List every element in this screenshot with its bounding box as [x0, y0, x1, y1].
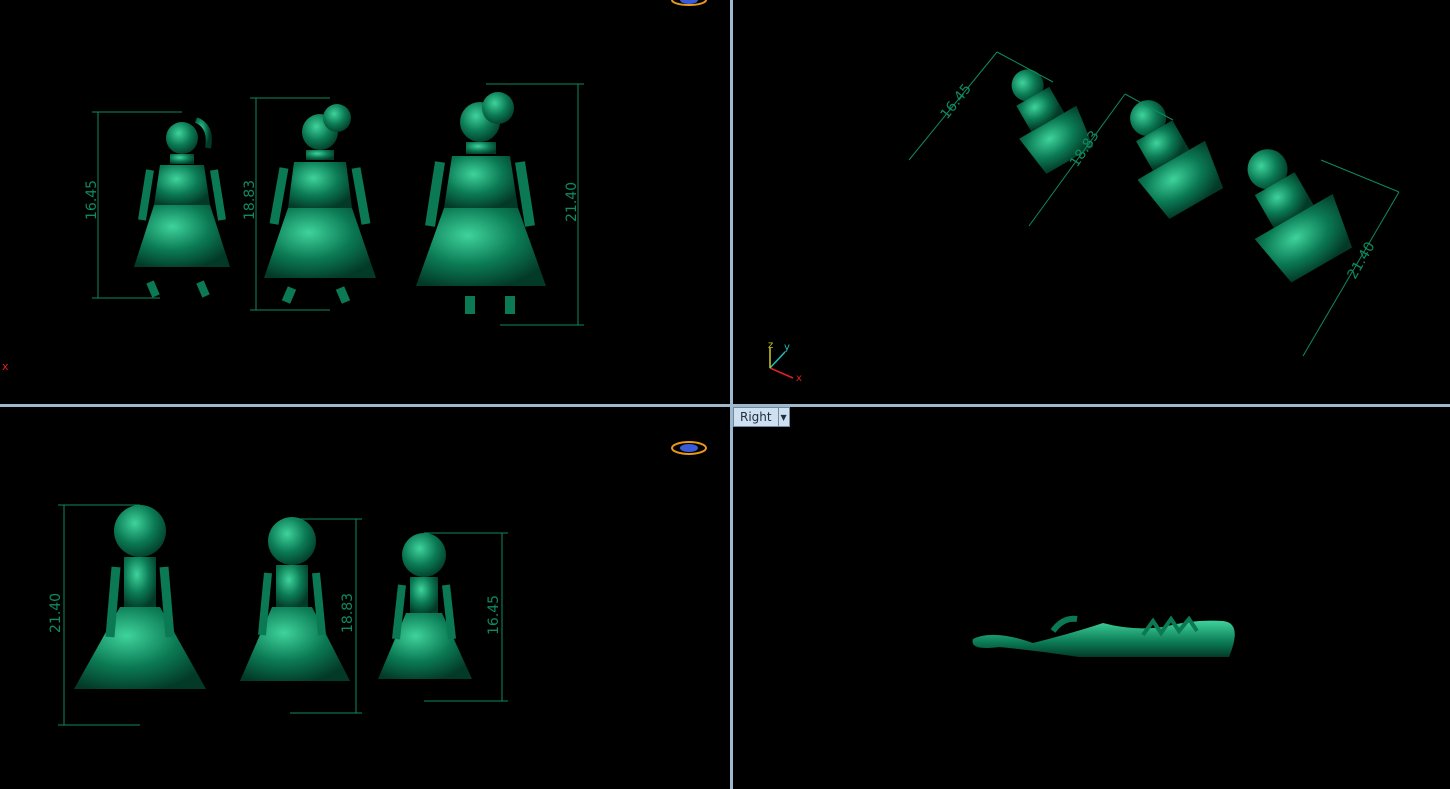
svg-text:y: y	[784, 342, 790, 353]
dim-front-1: 21.40	[48, 593, 64, 633]
viewport-front[interactable]: 21.40 18.83 16.45	[0, 407, 730, 789]
viewport-label-text[interactable]: Right	[734, 408, 778, 426]
dim-top-3: 21.40	[564, 182, 580, 222]
svg-text:x: x	[796, 373, 802, 384]
dim-front-3: 16.45	[486, 595, 502, 635]
figure-small[interactable]	[134, 117, 230, 298]
right-view-scene	[972, 615, 1235, 657]
dim-front-2: 18.83	[340, 593, 356, 633]
axis-x-label: x	[2, 360, 9, 373]
viewport-label-right[interactable]: Right ▼	[733, 407, 790, 427]
persp-figure-3[interactable]	[1218, 130, 1361, 288]
dim-persp-1: 16.45	[938, 81, 975, 122]
front-figure-medium[interactable]	[240, 517, 350, 681]
top-view-scene: 16.45 18.83 21.40 x	[2, 83, 584, 373]
figure-large[interactable]	[416, 92, 546, 314]
dim-top-1: 16.45	[84, 180, 100, 220]
front-figure-large[interactable]	[74, 505, 206, 689]
svg-text:z: z	[768, 340, 773, 351]
front-figure-small[interactable]	[378, 533, 472, 679]
viewport-perspective[interactable]: 16.45 18.83 21.40 x y z	[733, 0, 1450, 404]
perspective-scene: 16.45 18.83 21.40 x y z	[768, 51, 1400, 384]
viewport-top[interactable]: 16.45 18.83 21.40 x	[0, 0, 730, 404]
persp-figure-2[interactable]	[1104, 84, 1230, 223]
axis-triad-icon: x y z	[768, 340, 802, 384]
figure-medium[interactable]	[264, 104, 376, 304]
dim-top-2: 18.83	[242, 180, 258, 220]
chevron-down-icon[interactable]: ▼	[777, 408, 789, 426]
front-view-scene: 21.40 18.83 16.45	[48, 504, 508, 726]
viewport-right[interactable]	[733, 407, 1450, 789]
side-profile-model[interactable]	[972, 615, 1235, 657]
